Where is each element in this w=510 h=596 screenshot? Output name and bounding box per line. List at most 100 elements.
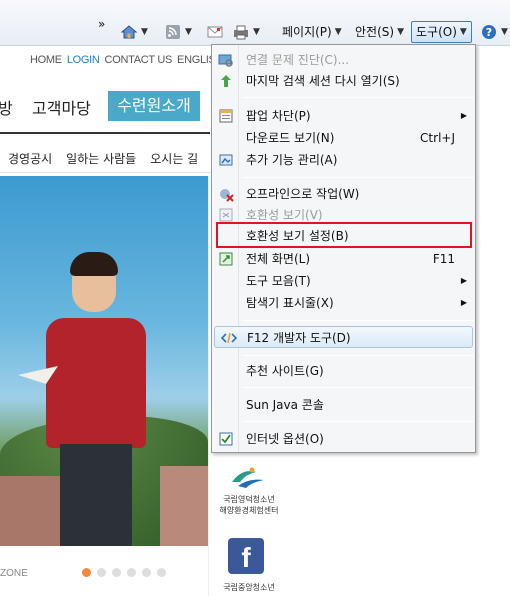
submenu-arrow-icon: ▶	[460, 111, 467, 120]
youth-center-label-line1: 국립영덕청소년	[223, 495, 275, 504]
safety-menu-button[interactable]: 안전(S) ▼	[355, 20, 404, 44]
print-button[interactable]: ▼	[232, 20, 260, 44]
devtools-icon	[221, 332, 237, 344]
zone-label: ZONE	[0, 568, 28, 579]
menu-item-work-offline[interactable]: 오프라인으로 작업(W)	[212, 183, 475, 205]
menu-item-label: 탐색기 표시줄(X)	[246, 296, 334, 310]
menu-item-shortcut: Ctrl+J	[420, 131, 455, 145]
menu-item-f12-devtools[interactable]: F12 개발자 도구(D)	[214, 326, 473, 348]
menu-item-diagnose[interactable]: 연결 문제 진단(C)...	[212, 49, 475, 71]
tools-dropdown-menu: 연결 문제 진단(C)... 마지막 검색 세션 다시 열기(S) 팝업 차단(…	[211, 44, 476, 453]
central-youth-label: 국립중앙청소년	[223, 583, 275, 592]
top-links: HOME LOGIN CONTACT US ENGLISH	[30, 54, 228, 66]
menu-separator	[242, 320, 474, 321]
banner-building-2	[160, 466, 208, 546]
home-button[interactable]: ▼	[120, 20, 148, 44]
pager-dot[interactable]	[157, 568, 166, 577]
menu-item-reopen-session[interactable]: 마지막 검색 세션 다시 열기(S)	[212, 70, 475, 92]
menu-item-internet-options[interactable]: 인터넷 옵션(O)	[212, 428, 475, 450]
nav-divider	[0, 132, 210, 134]
nav-item-partial[interactable]: 방	[0, 95, 13, 119]
reopen-icon	[221, 75, 231, 87]
facebook-icon[interactable]: f	[228, 538, 264, 574]
menu-separator	[242, 97, 474, 98]
menu-item-label: 인터넷 옵션(O)	[246, 432, 324, 446]
youth-center-label: 국립영덕청소년 해양환경체험센터	[210, 494, 288, 516]
menu-item-label: 추천 사이트(G)	[246, 364, 324, 378]
offline-icon	[220, 189, 234, 202]
menu-item-explorer-bars[interactable]: 탐색기 표시줄(X) ▶	[212, 292, 475, 314]
menu-item-label: 마지막 검색 세션 다시 열기(S)	[246, 74, 400, 88]
person-pants	[60, 444, 132, 546]
banner-pager	[82, 568, 166, 577]
options-icon	[219, 432, 233, 446]
feed-icon	[166, 25, 180, 39]
submenu-arrow-icon: ▶	[460, 276, 467, 285]
menu-item-label: 연결 문제 진단(C)...	[246, 53, 350, 67]
menu-separator	[242, 421, 474, 422]
menu-item-shortcut: F11	[432, 252, 455, 266]
submenu-arrow-icon: ▶	[460, 298, 467, 307]
chevron-more-button[interactable]: »	[98, 12, 105, 36]
diagnose-icon	[218, 54, 233, 67]
menu-separator	[242, 387, 474, 388]
subnav-disclosure[interactable]: 경영공시	[8, 152, 52, 166]
youth-center-logo[interactable]	[222, 464, 274, 490]
menu-item-downloads[interactable]: 다운로드 보기(N) Ctrl+J	[212, 127, 475, 149]
menu-item-full-screen[interactable]: 전체 화면(L) F11	[212, 248, 475, 270]
menu-item-label: 팝업 차단(P)	[246, 109, 311, 123]
menu-item-label: 도구 모음(T)	[246, 274, 311, 288]
popup-icon	[219, 109, 233, 123]
pager-dot[interactable]	[142, 568, 151, 577]
menu-separator	[242, 177, 474, 178]
subnav-directions[interactable]: 오시는 길	[150, 152, 198, 166]
printer-icon	[234, 25, 248, 40]
home-link[interactable]: HOME	[30, 54, 62, 66]
pager-dot[interactable]	[112, 568, 121, 577]
main-nav: 방 고객마당 수련원소개	[0, 91, 210, 131]
contact-link[interactable]: CONTACT US	[105, 54, 173, 66]
subnav-divider	[0, 172, 210, 173]
person-shirt	[46, 318, 146, 448]
feeds-button[interactable]: ▼	[164, 20, 192, 44]
pager-dot-active[interactable]	[82, 568, 91, 577]
help-icon: ?	[482, 25, 496, 39]
menu-item-manage-addons[interactable]: 추가 기능 관리(A)	[212, 149, 475, 171]
pager-dot[interactable]	[97, 568, 106, 577]
pager-dot[interactable]	[127, 568, 136, 577]
help-button[interactable]: ? ▼	[480, 20, 508, 44]
menu-item-label: Sun Java 콘솔	[246, 398, 324, 412]
sub-nav: 경영공시 일하는 사람들 오시는 길	[8, 150, 212, 167]
addons-icon	[219, 154, 233, 166]
fullscreen-icon	[219, 252, 233, 266]
banner-person	[18, 252, 150, 546]
command-bar: » ▼ ▼ ▼ 페이지(P) ▼ 안전(S) ▼ 도구(O) ▼ ? ▼	[0, 0, 510, 46]
nav-item-customer[interactable]: 고객마당	[32, 95, 91, 119]
menu-separator	[242, 355, 474, 356]
column-divider	[208, 176, 209, 596]
highlight-box	[216, 222, 472, 248]
nav-item-about[interactable]: 수련원소개	[108, 91, 200, 121]
menu-item-java-console[interactable]: Sun Java 콘솔	[212, 394, 475, 416]
menu-item-label: F12 개발자 도구(D)	[247, 331, 351, 345]
login-link[interactable]: LOGIN	[67, 54, 100, 66]
person-hair	[70, 252, 118, 276]
menu-item-label: 오프라인으로 작업(W)	[246, 187, 360, 201]
subnav-staff[interactable]: 일하는 사람들	[66, 152, 136, 166]
page-menu-label: 페이지(P)	[282, 25, 332, 39]
home-icon	[120, 25, 138, 39]
menu-item-toolbars[interactable]: 도구 모음(T) ▶	[212, 270, 475, 292]
read-mail-button[interactable]	[206, 20, 224, 44]
menu-item-popup-blocker[interactable]: 팝업 차단(P) ▶	[212, 105, 475, 127]
menu-item-label: 추가 기능 관리(A)	[246, 153, 338, 167]
svg-text:?: ?	[486, 26, 492, 39]
menu-item-label: 전체 화면(L)	[246, 252, 311, 266]
menu-item-suggested-sites[interactable]: 추천 사이트(G)	[212, 360, 475, 382]
safety-menu-label: 안전(S)	[355, 25, 395, 39]
tools-menu-button[interactable]: 도구(O) ▼	[411, 21, 472, 43]
mail-icon	[207, 26, 223, 38]
compat-icon	[219, 208, 233, 222]
tools-menu-label: 도구(O)	[416, 25, 457, 39]
hero-banner[interactable]	[0, 176, 208, 546]
page-menu-button[interactable]: 페이지(P) ▼	[282, 20, 342, 44]
